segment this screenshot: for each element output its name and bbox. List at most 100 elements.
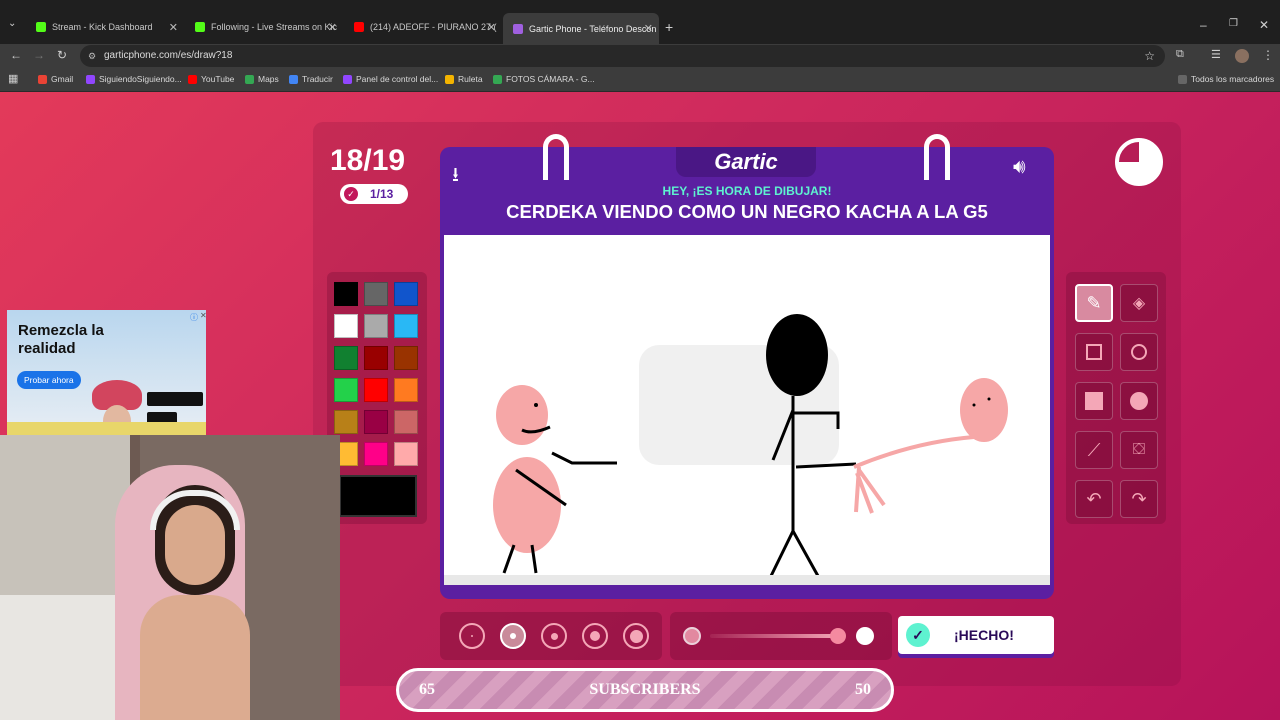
gmail-icon bbox=[38, 74, 47, 84]
tab-search-list-icon[interactable]: ☰ bbox=[1211, 48, 1221, 61]
all-bookmarks[interactable]: Todos los marcadores bbox=[1178, 74, 1274, 84]
bookmark-traducir[interactable]: Traducir bbox=[289, 74, 333, 84]
ad-bottom-field bbox=[7, 422, 206, 436]
subscribers-goal-bar: 65 SUBSCRIBERS 50 bbox=[396, 668, 894, 712]
color-swatch[interactable] bbox=[364, 282, 388, 306]
pencil-tool[interactable]: ✎ bbox=[1075, 284, 1113, 322]
tab-bar: ⌄ Stream - Kick Dashboard ✕ Following - … bbox=[0, 0, 1280, 44]
redo-button[interactable]: ↷ bbox=[1120, 480, 1158, 518]
round-counter: 18/19 bbox=[330, 144, 406, 177]
color-swatch[interactable] bbox=[394, 346, 418, 370]
folder-icon bbox=[1178, 74, 1187, 84]
ad-info-icon[interactable]: ⓘ bbox=[190, 312, 198, 323]
close-window-icon[interactable]: ✕ bbox=[1259, 18, 1269, 32]
pencil-icon: ✎ bbox=[1086, 292, 1102, 313]
opacity-slider-thumb[interactable] bbox=[830, 628, 846, 644]
ad-close-icon[interactable]: ✕ bbox=[200, 311, 206, 320]
color-swatch[interactable] bbox=[364, 442, 388, 466]
youtube-icon bbox=[354, 22, 364, 32]
profile-avatar[interactable] bbox=[1235, 49, 1249, 63]
rectangle-outline-tool[interactable] bbox=[1075, 333, 1113, 371]
color-swatch[interactable] bbox=[334, 346, 358, 370]
apps-grid-icon[interactable]: ▦ bbox=[8, 72, 18, 85]
color-swatch[interactable] bbox=[394, 442, 418, 466]
bookmark-youtube[interactable]: YouTube bbox=[188, 74, 234, 84]
color-swatch[interactable] bbox=[364, 346, 388, 370]
ad-headline: Remezcla la realidad bbox=[18, 322, 104, 357]
tab-search-icon[interactable]: ⌄ bbox=[8, 18, 16, 29]
sheet-ring-right bbox=[924, 134, 950, 180]
bookmark-star-icon[interactable]: ☆ bbox=[1144, 45, 1155, 67]
fill-bucket-tool[interactable]: ⛋ bbox=[1120, 431, 1158, 469]
rectangle-fill-tool[interactable] bbox=[1075, 382, 1113, 420]
bookmark-fotos[interactable]: FOTOS CÁMARA - G... bbox=[493, 74, 595, 84]
circle-fill-icon bbox=[1130, 392, 1148, 410]
ad-banner[interactable]: Remezcla la realidad Probar ahora ⓘ ✕ bbox=[7, 310, 206, 436]
line-tool[interactable]: ⟋ bbox=[1075, 431, 1113, 469]
menu-icon[interactable]: ⋮ bbox=[1262, 48, 1274, 62]
opacity-slider[interactable] bbox=[710, 634, 840, 638]
bucket-icon: ⛋ bbox=[1132, 441, 1146, 458]
color-swatch[interactable] bbox=[364, 410, 388, 434]
undo-icon: ↶ bbox=[1086, 488, 1102, 509]
close-tab-icon[interactable]: ✕ bbox=[169, 21, 178, 34]
drive-icon bbox=[493, 74, 502, 84]
color-swatch[interactable] bbox=[334, 410, 358, 434]
close-tab-icon[interactable]: ✕ bbox=[487, 21, 496, 34]
minimize-icon[interactable]: – bbox=[1200, 18, 1207, 32]
tab-kick-following[interactable]: Following - Live Streams on Kic ✕ bbox=[185, 14, 343, 40]
tab-kick-dashboard[interactable]: Stream - Kick Dashboard ✕ bbox=[26, 14, 184, 40]
bookmark-panel-control[interactable]: Panel de control del... bbox=[343, 74, 438, 84]
color-swatch[interactable] bbox=[394, 314, 418, 338]
reload-icon[interactable]: ↻ bbox=[57, 48, 67, 62]
color-swatch[interactable] bbox=[364, 314, 388, 338]
sound-icon[interactable]: 🔊︎ bbox=[1013, 156, 1026, 179]
brush-size-3[interactable] bbox=[541, 623, 567, 649]
color-swatch[interactable] bbox=[334, 314, 358, 338]
new-tab-icon[interactable]: + bbox=[665, 19, 673, 35]
opacity-high-icon bbox=[856, 627, 874, 645]
restore-icon[interactable]: ❐ bbox=[1229, 18, 1238, 29]
close-tab-icon[interactable]: ✕ bbox=[328, 21, 337, 34]
ellipse-outline-tool[interactable] bbox=[1120, 333, 1158, 371]
brush-size-1[interactable] bbox=[459, 623, 485, 649]
kick-icon bbox=[36, 22, 46, 32]
check-icon: ✓ bbox=[344, 187, 358, 201]
brush-size-5[interactable] bbox=[623, 623, 649, 649]
back-icon[interactable]: ← bbox=[10, 48, 22, 62]
eraser-tool[interactable]: ◈ bbox=[1120, 284, 1158, 322]
bookmark-gmail[interactable]: Gmail bbox=[38, 74, 73, 84]
extensions-icon[interactable]: ⧉ bbox=[1176, 48, 1184, 61]
pig-figure bbox=[493, 385, 617, 574]
twitch-icon bbox=[86, 74, 95, 84]
close-tab-icon[interactable]: ✕ bbox=[644, 22, 653, 35]
ad-search-chip bbox=[147, 392, 203, 406]
bookmark-siguiendo[interactable]: SiguiendoSiguiendo... bbox=[86, 74, 182, 84]
tab-youtube[interactable]: (214) ADEOFF - PIURANO 27 ( ✕ bbox=[344, 14, 502, 40]
done-button[interactable]: ✓ ¡HECHO! bbox=[898, 616, 1054, 654]
draw-subtitle: HEY, ¡ES HORA DE DIBUJAR! bbox=[662, 184, 832, 198]
bookmark-maps[interactable]: Maps bbox=[245, 74, 279, 84]
color-swatch[interactable] bbox=[334, 378, 358, 402]
ad-cta-button[interactable]: Probar ahora bbox=[17, 371, 81, 389]
brush-size-4[interactable] bbox=[582, 623, 608, 649]
ellipse-fill-tool[interactable] bbox=[1120, 382, 1158, 420]
webcam-body bbox=[140, 595, 250, 720]
gartic-logo: Gartic bbox=[676, 147, 816, 177]
color-swatch[interactable] bbox=[364, 378, 388, 402]
tab-gartic-phone[interactable]: Gartic Phone - Teléfono Descon ✕ bbox=[503, 13, 659, 44]
twitch-icon bbox=[343, 74, 352, 84]
drawing-canvas[interactable] bbox=[444, 235, 1050, 585]
url-input[interactable]: ⚙ garticphone.com/es/draw?18 ☆ bbox=[80, 45, 1165, 67]
color-swatch[interactable] bbox=[334, 282, 358, 306]
color-swatch[interactable] bbox=[394, 410, 418, 434]
brush-size-2[interactable] bbox=[500, 623, 526, 649]
site-info-icon[interactable]: ⚙ bbox=[88, 45, 96, 67]
tab-title: Following - Live Streams on Kic bbox=[211, 22, 338, 32]
bookmark-ruleta[interactable]: Ruleta bbox=[445, 74, 483, 84]
undo-button[interactable]: ↶ bbox=[1075, 480, 1113, 518]
color-swatch[interactable] bbox=[394, 378, 418, 402]
pig-figure-right bbox=[853, 378, 1008, 514]
tab-title: (214) ADEOFF - PIURANO 27 ( bbox=[370, 22, 497, 32]
color-swatch[interactable] bbox=[394, 282, 418, 306]
